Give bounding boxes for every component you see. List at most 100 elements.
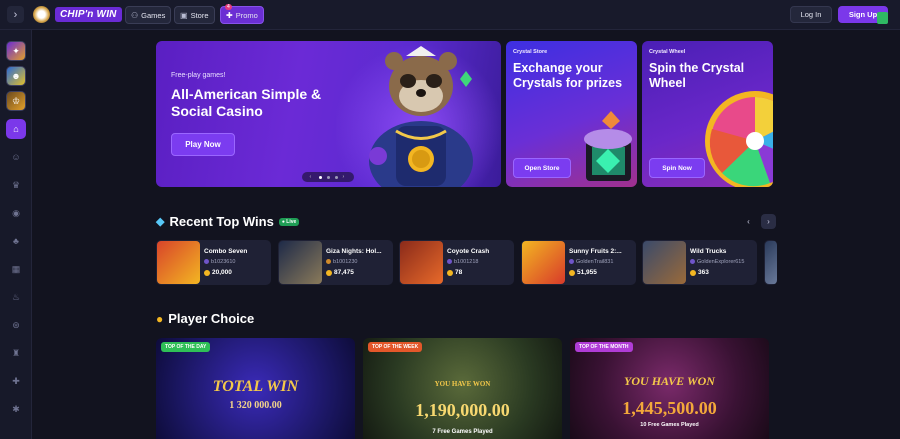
sidebar-item-slots-tile[interactable]: ✦ [6, 41, 26, 61]
coin-icon [690, 269, 696, 276]
win-amount-value: 51,955 [577, 269, 597, 276]
sidebar: ✦ ☻ ♔ ⌂ ☺ ♛ ◉ ♣ ▦ ♨ ⊛ ♜ ✚ ✱ [0, 30, 32, 439]
win-card[interactable]: Coyote Crash b1001218 78 [399, 240, 514, 285]
user-avatar-icon [447, 259, 452, 265]
win-game-name: Combo Seven [204, 248, 248, 255]
promo-count-badge: 4 [225, 4, 232, 10]
wins-next-button[interactable]: › [761, 214, 776, 229]
sidebar-toggle-button[interactable]: › [7, 6, 24, 23]
carousel-prev-icon[interactable]: ‹ [310, 175, 314, 180]
sidebar-item-trophy-tile[interactable]: ♔ [6, 91, 26, 111]
choice-amount: 1,445,500.00 [622, 398, 717, 418]
choice-badge: TOP OF THE WEEK [368, 342, 423, 352]
sidebar-item-home[interactable]: ⌂ [6, 119, 26, 139]
game-thumbnail [765, 241, 777, 284]
sidebar-item-chips[interactable]: ⊛ [6, 315, 26, 335]
win-username-text: b1023610 [211, 259, 236, 265]
sidebar-item-cherries[interactable]: ♣ [6, 231, 26, 251]
carousel-indicator[interactable]: ‹ › [302, 172, 354, 182]
win-amount: 78 [447, 269, 462, 276]
choice-headline: YOU HAVE WON [624, 374, 715, 388]
raccoon-mascot-illustration [369, 46, 473, 187]
win-amount-value: 363 [698, 269, 709, 276]
sidebar-item-slots[interactable]: ◉ [6, 203, 26, 223]
crystal-store-label: Crystal Store [513, 49, 548, 55]
win-card[interactable]: Wild Trucks GoldenExplorer615 363 [642, 240, 757, 285]
sidebar-item-hot[interactable]: ♨ [6, 287, 26, 307]
gift-icon: ✚ [12, 375, 20, 386]
crystal-wheel-card[interactable]: Crystal Wheel Spin the Crystal Wheel Spi… [642, 41, 773, 187]
user-avatar-icon [690, 259, 695, 265]
chevron-right-icon: › [767, 217, 770, 226]
users-icon: ☺ [11, 152, 21, 162]
hero-banner[interactable]: Free-play games! All-American Simple & S… [156, 41, 501, 187]
carousel-dot[interactable] [318, 175, 322, 179]
win-card[interactable]: Combo Seven b1023610 20,000 [156, 240, 271, 285]
carousel-dot[interactable] [326, 175, 330, 179]
win-username-text: GoldenExplorer615 [697, 259, 745, 265]
game-thumbnail [279, 241, 322, 284]
choice-card[interactable]: TOP OF THE DAY TOTAL WIN 1 320 000.00 [156, 338, 355, 439]
fire-icon: ♨ [11, 291, 21, 302]
logo-text[interactable]: CHIP'n WIN [55, 7, 122, 22]
win-amount: 363 [690, 269, 709, 276]
choice-card[interactable]: TOP OF THE MONTH YOU HAVE WON 1,445,500.… [570, 338, 769, 439]
sidebar-item-gift[interactable]: ✚ [6, 371, 26, 391]
win-game-name: Sunny Fruits 2:... [569, 248, 622, 255]
choice-badge: TOP OF THE MONTH [575, 342, 633, 352]
carousel-dot[interactable] [334, 175, 338, 179]
carousel-next-icon[interactable]: › [343, 175, 347, 180]
nav-promo-label: Promo [235, 10, 258, 20]
diamond-icon: ◆ [156, 216, 165, 228]
trophy-icon: ♔ [11, 95, 21, 106]
win-card[interactable]: Giza Nights: Hol... b1001230 87,475 [278, 240, 393, 285]
win-amount-value: 87,475 [334, 269, 354, 276]
spin-now-button[interactable]: Spin Now [649, 158, 705, 178]
sidebar-item-friends-tile[interactable]: ☻ [6, 66, 26, 86]
game-thumbnail [157, 241, 200, 284]
sidebar-item-castle[interactable]: ♜ [6, 343, 26, 363]
joystick-icon: ⚇ [131, 10, 139, 20]
sidebar-item-settings[interactable]: ✱ [6, 399, 26, 419]
choice-headline: YOU HAVE WON [434, 380, 491, 388]
hero-title: All-American Simple & Social Casino [171, 86, 322, 119]
nav-store-button[interactable]: ▣ Store [174, 6, 215, 24]
user-avatar-icon [326, 259, 331, 265]
crystal-wheel-label: Crystal Wheel [649, 49, 686, 55]
win-card-partial[interactable] [764, 240, 777, 285]
choice-card[interactable]: TOP OF THE WEEK YOU HAVE WON 1,190,000.0… [363, 338, 562, 439]
game-thumbnail [643, 241, 686, 284]
logo-icon[interactable] [33, 6, 50, 23]
coin-icon [447, 269, 453, 276]
crystal-store-title: Exchange your Crystals for prizes [513, 61, 623, 90]
crown-icon: ♛ [11, 179, 21, 190]
wins-prev-button[interactable]: ‹ [741, 214, 756, 229]
win-username-text: GoldenTrail831 [576, 259, 614, 265]
choice-amount: 1,190,000.00 [415, 400, 510, 420]
win-amount: 20,000 [204, 269, 232, 276]
castle-icon: ♜ [11, 347, 21, 358]
prize-wheel-illustration [705, 91, 773, 187]
table-games-icon: ▦ [11, 263, 21, 274]
open-store-button[interactable]: Open Store [513, 158, 571, 178]
sidebar-item-crown[interactable]: ♛ [6, 175, 26, 195]
nav-store-label: Store [190, 10, 209, 20]
win-username: GoldenTrail831 [569, 259, 613, 265]
win-card[interactable]: Sunny Fruits 2:... GoldenTrail831 51,955 [521, 240, 636, 285]
win-amount: 87,475 [326, 269, 354, 276]
settings-icon: ✱ [12, 403, 20, 414]
sidebar-item-users[interactable]: ☺ [6, 147, 26, 167]
live-label: Live [286, 218, 297, 225]
win-username: b1023610 [204, 259, 235, 265]
nav-games-button[interactable]: ⚇ Games [125, 6, 172, 24]
hero-eyebrow: Free-play games! [171, 72, 226, 79]
signup-gift-icon [877, 12, 888, 24]
cherries-icon: ♣ [13, 236, 19, 246]
sidebar-item-tables[interactable]: ▦ [6, 259, 26, 279]
play-now-button[interactable]: Play Now [171, 133, 235, 156]
win-username-text: b1001218 [454, 259, 479, 265]
login-button[interactable]: Log In [790, 6, 832, 23]
slots-icon: ◉ [12, 207, 20, 218]
crystal-store-card[interactable]: Crystal Store Exchange your Crystals for… [506, 41, 637, 187]
nav-promo-button[interactable]: 4 ✚ Promo [220, 4, 264, 24]
